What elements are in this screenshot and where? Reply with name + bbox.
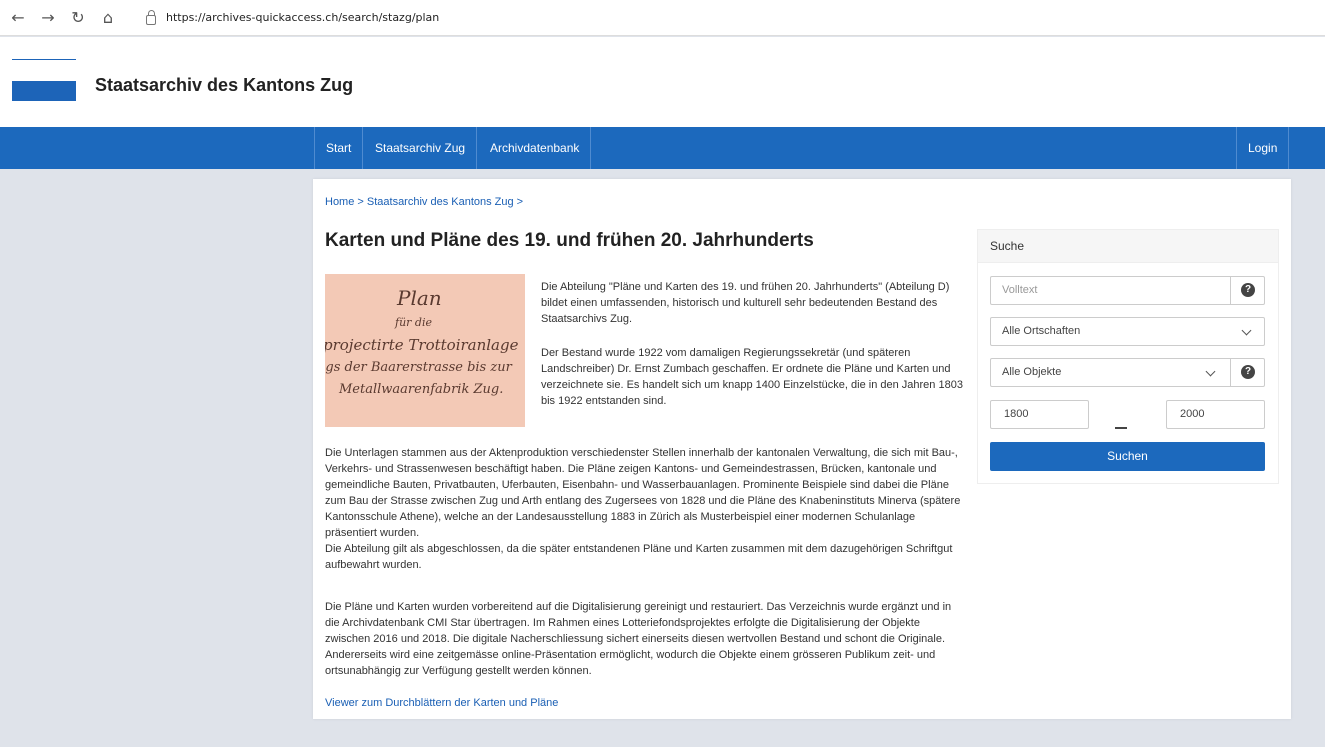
home-icon[interactable]: ⌂	[96, 8, 120, 27]
back-arrow-icon[interactable]: ←	[6, 8, 30, 27]
divider	[1230, 277, 1231, 304]
intro-paragraph-2: Der Bestand wurde 1922 vom damaligen Reg…	[541, 347, 963, 407]
body-paragraph-2: Die Pläne und Karten wurden vorbereitend…	[325, 601, 952, 677]
search-panel: Suche Volltext ? Alle Ortschaften Alle O…	[977, 229, 1279, 484]
main-nav: Start Staatsarchiv Zug Archivdatenbank L…	[0, 127, 1325, 169]
ortschaften-select[interactable]: Alle Ortschaften	[990, 317, 1265, 346]
body-paragraph-1-text: Die Unterlagen stammen aus der Aktenprod…	[325, 447, 961, 539]
viewer-link[interactable]: Viewer zum Durchblättern der Karten und …	[325, 697, 558, 709]
fulltext-input[interactable]: Volltext ?	[990, 276, 1265, 305]
reload-icon[interactable]: ↻	[66, 8, 90, 27]
body-paragraph-1: Die Unterlagen stammen aus der Aktenprod…	[325, 445, 965, 573]
page-title: Karten und Pläne des 19. und frühen 20. …	[325, 230, 814, 251]
intro-paragraph-1: Die Abteilung "Pläne und Karten des 19. …	[541, 281, 950, 325]
chevron-down-icon	[1205, 366, 1216, 377]
site-title[interactable]: Staatsarchiv des Kantons Zug	[95, 75, 353, 96]
search-header: Suche	[978, 230, 1278, 263]
plan-line: für die	[395, 316, 432, 329]
objekte-value: Alle Objekte	[1002, 366, 1062, 378]
plan-line: ngs der Baarerstrasse bis zur	[325, 360, 512, 375]
nav-item-start[interactable]: Start	[314, 127, 364, 169]
logo[interactable]	[12, 81, 76, 101]
plan-line: Plan	[397, 286, 442, 310]
divider	[1230, 359, 1231, 386]
help-icon[interactable]: ?	[1241, 365, 1255, 379]
year-to-input[interactable]: 2000	[1166, 400, 1265, 429]
plan-image: Plan für die projectirte Trottoiranlage …	[325, 274, 525, 427]
site-header: Staatsarchiv des Kantons Zug	[0, 37, 1325, 127]
lock-icon	[146, 9, 156, 25]
plan-image-text: Plan für die projectirte Trottoiranlage …	[325, 274, 525, 427]
browser-toolbar: ← → ↻ ⌂ https://archives-quickaccess.ch/…	[0, 0, 1325, 36]
ortschaften-value: Alle Ortschaften	[1002, 325, 1081, 337]
objekte-select[interactable]: Alle Objekte ?	[990, 358, 1265, 387]
year-from-input[interactable]: 1800	[990, 400, 1089, 429]
chevron-down-icon	[1241, 325, 1252, 336]
nav-item-staatsarchiv-zug[interactable]: Staatsarchiv Zug	[364, 127, 478, 169]
login-button[interactable]: Login	[1236, 127, 1290, 169]
plan-line: projectirte Trottoiranlage	[325, 336, 519, 354]
body-paragraph-1b-text: Die Abteilung gilt als abgeschlossen, da…	[325, 543, 953, 571]
nav-item-archivdatenbank[interactable]: Archivdatenbank	[479, 127, 592, 169]
forward-arrow-icon[interactable]: →	[36, 8, 60, 27]
breadcrumb[interactable]: Home > Staatsarchiv des Kantons Zug >	[325, 196, 523, 208]
content-card: Home > Staatsarchiv des Kantons Zug > Ka…	[313, 179, 1291, 719]
address-bar[interactable]: https://archives-quickaccess.ch/search/s…	[166, 11, 439, 24]
range-dash	[1115, 427, 1127, 429]
search-button[interactable]: Suchen	[990, 442, 1265, 471]
plan-line: Metallwaarenfabrik Zug.	[339, 382, 504, 397]
fulltext-placeholder: Volltext	[1002, 284, 1038, 296]
logo-line	[12, 59, 76, 60]
help-icon[interactable]: ?	[1241, 283, 1255, 297]
